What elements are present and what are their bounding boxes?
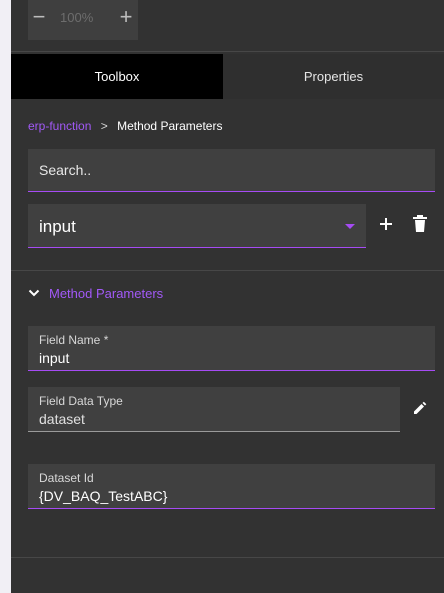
chevron-path bbox=[28, 289, 40, 297]
add-icon-horizontal bbox=[380, 223, 392, 225]
field-name-value: input bbox=[39, 350, 70, 366]
field-data-type-label: Field Data Type bbox=[39, 394, 123, 408]
breadcrumb-current: Method Parameters bbox=[117, 119, 223, 133]
add-icon[interactable] bbox=[377, 215, 395, 233]
field-data-type-value: dataset bbox=[39, 411, 85, 427]
tab-toolbox[interactable]: Toolbox bbox=[11, 54, 223, 99]
zoom-level: 100% bbox=[60, 10, 94, 25]
field-name-input[interactable]: Field Name * input bbox=[28, 326, 435, 371]
dataset-id-input[interactable]: Dataset Id {DV_BAQ_TestABC} bbox=[28, 464, 435, 509]
parameter-select-value: input bbox=[39, 217, 76, 236]
zoom-out-button[interactable]: − bbox=[28, 6, 50, 28]
divider bbox=[11, 557, 444, 558]
dropdown-arrow-icon bbox=[345, 224, 355, 229]
breadcrumb: erp-function > Method Parameters bbox=[28, 119, 222, 133]
pencil-body bbox=[414, 404, 424, 414]
delete-icon[interactable] bbox=[412, 215, 428, 233]
field-data-type-input[interactable]: Field Data Type dataset bbox=[28, 387, 400, 432]
chevron-down-icon bbox=[28, 289, 40, 297]
parameter-select[interactable]: input bbox=[28, 204, 366, 248]
edit-pencil-icon[interactable] bbox=[412, 400, 428, 416]
left-edge-strip bbox=[0, 0, 11, 593]
search-box bbox=[28, 149, 435, 192]
tab-properties[interactable]: Properties bbox=[223, 54, 444, 99]
trash-lid bbox=[413, 217, 427, 219]
dataset-id-label: Dataset Id bbox=[39, 471, 94, 485]
divider bbox=[11, 270, 444, 271]
zoom-control: − 100% + bbox=[28, 0, 138, 40]
section-title: Method Parameters bbox=[49, 286, 164, 301]
search-input[interactable] bbox=[28, 149, 435, 191]
breadcrumb-link-erp-function[interactable]: erp-function bbox=[28, 119, 91, 133]
trash-body bbox=[415, 220, 425, 232]
pencil-tip bbox=[422, 401, 427, 406]
trash-handle bbox=[417, 215, 423, 217]
field-name-label: Field Name * bbox=[39, 333, 109, 347]
zoom-in-button[interactable]: + bbox=[115, 6, 137, 28]
divider bbox=[11, 51, 444, 52]
breadcrumb-separator: > bbox=[100, 119, 108, 133]
dataset-id-value: {DV_BAQ_TestABC} bbox=[39, 488, 168, 504]
